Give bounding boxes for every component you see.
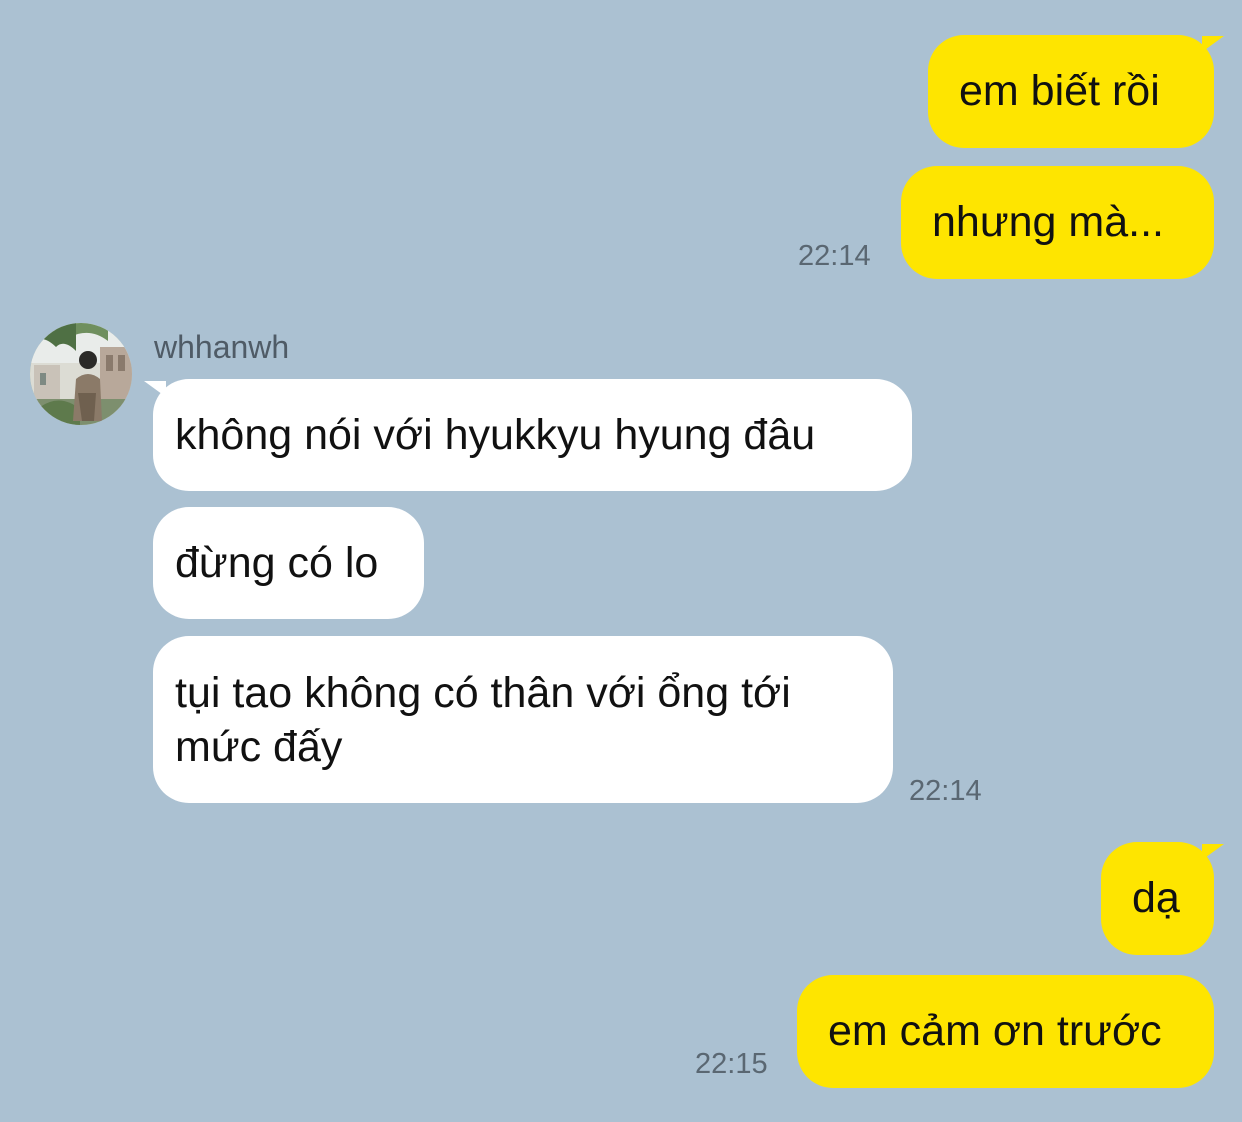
timestamp: 22:15 — [695, 1048, 768, 1080]
bubble-tail — [144, 381, 166, 397]
contact-avatar[interactable] — [30, 323, 132, 425]
message-bubble-sent[interactable]: em biết rồi — [928, 35, 1214, 148]
message-text: em cảm ơn trước — [828, 1007, 1162, 1055]
message-bubble-received[interactable]: đừng có lo — [153, 507, 424, 619]
message-text: dạ — [1132, 874, 1180, 922]
message-bubble-sent[interactable]: em cảm ơn trước — [797, 975, 1214, 1088]
timestamp: 22:14 — [909, 775, 982, 807]
message-text: đừng có lo — [175, 539, 379, 587]
message-bubble-received[interactable]: tụi tao không có thân với ổng tới mức đấ… — [153, 636, 893, 803]
profile-photo-icon — [30, 323, 132, 425]
bubble-tail — [1202, 36, 1224, 52]
message-bubble-sent[interactable]: dạ — [1101, 842, 1214, 955]
message-text: em biết rồi — [959, 67, 1160, 115]
message-bubble-sent[interactable]: nhưng mà... — [901, 166, 1214, 279]
timestamp: 22:14 — [798, 240, 871, 272]
bubble-tail — [1202, 844, 1224, 860]
message-text-line: mức đấy — [175, 723, 343, 771]
message-bubble-received[interactable]: không nói với hyukkyu hyung đâu — [153, 379, 912, 491]
message-text: không nói với hyukkyu hyung đâu — [175, 411, 816, 459]
message-text: nhưng mà... — [932, 198, 1164, 246]
sender-name: whhanwh — [154, 329, 290, 365]
message-text-line: tụi tao không có thân với ổng tới — [175, 669, 791, 717]
